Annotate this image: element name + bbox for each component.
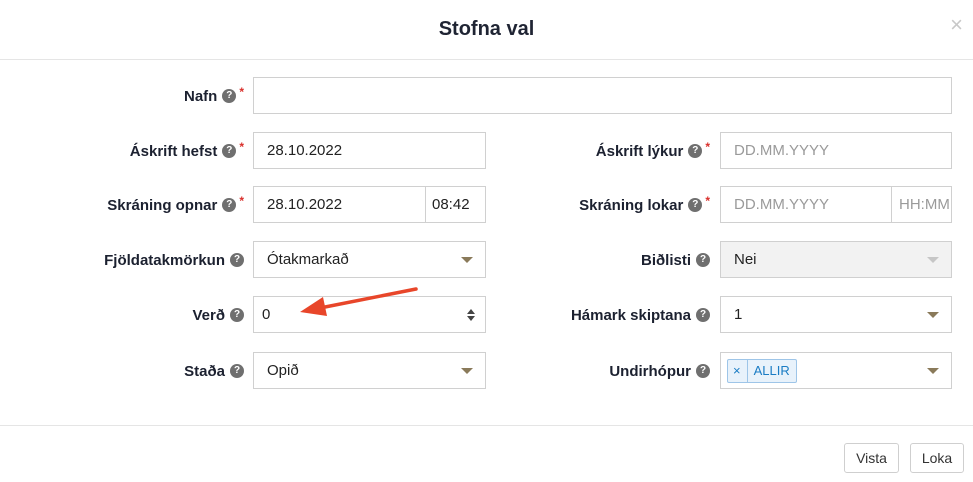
close-icon[interactable]: × xyxy=(950,14,963,36)
help-icon[interactable]: ? xyxy=(222,144,237,158)
number-spinner-icon[interactable] xyxy=(466,307,476,323)
tag-allir: × ALLIR xyxy=(727,358,797,383)
verd-value: 0 xyxy=(262,306,271,323)
create-option-dialog: Stofna val × Nafn ? * Áskrift hefst ? * … xyxy=(0,0,973,481)
dialog-title: Stofna val xyxy=(438,18,535,40)
skraning-opnar-date-input[interactable]: 28.10.2022 xyxy=(253,186,426,223)
skraning-opnar-label-text: Skráning opnar xyxy=(107,196,218,214)
askrift-hefst-label-text: Áskrift hefst xyxy=(129,142,218,160)
verd-label-text: Verð xyxy=(192,306,225,324)
tag-label: ALLIR xyxy=(753,363,790,378)
skraning-opnar-time-input[interactable]: 08:42 xyxy=(425,186,486,223)
chevron-down-icon xyxy=(461,368,473,374)
askrift-lykur-date-input[interactable]: DD.MM.YYYY xyxy=(720,132,952,169)
undirhopur-multiselect[interactable]: × ALLIR xyxy=(720,352,952,389)
save-button[interactable]: Vista xyxy=(844,443,899,473)
askrift-hefst-date-input[interactable]: 28.10.2022 xyxy=(253,132,486,169)
dialog-header: Stofna val × xyxy=(0,0,973,60)
askrift-lykur-label: Áskrift lýkur ? * xyxy=(540,140,710,161)
hamark-skiptana-label: Hámark skiptana ? xyxy=(520,305,710,325)
fjoldatakmorkun-label-text: Fjöldatakmörkun xyxy=(104,251,225,269)
dialog-footer: Vista Loka xyxy=(0,425,973,482)
help-icon[interactable]: ? xyxy=(222,89,237,103)
help-icon[interactable]: ? xyxy=(688,144,703,158)
help-icon[interactable]: ? xyxy=(696,308,710,322)
fjoldatakmorkun-label: Fjöldatakmörkun ? xyxy=(40,250,244,270)
required-asterisk: * xyxy=(705,194,710,208)
required-asterisk: * xyxy=(239,85,244,99)
help-icon[interactable]: ? xyxy=(230,308,244,322)
undirhopur-label: Undirhópur ? xyxy=(540,361,710,381)
required-asterisk: * xyxy=(239,194,244,208)
fjoldatakmorkun-select[interactable]: Ótakmarkað xyxy=(253,241,486,278)
hamark-skiptana-select[interactable]: 1 xyxy=(720,296,952,333)
skraning-lokar-date-input[interactable]: DD.MM.YYYY xyxy=(720,186,892,223)
fjoldatakmorkun-selected-value: Ótakmarkað xyxy=(267,251,349,268)
help-icon[interactable]: ? xyxy=(222,198,237,212)
bidlisti-label: Biðlisti ? xyxy=(540,250,710,270)
nafn-input[interactable] xyxy=(253,77,952,114)
skraning-opnar-label: Skráning opnar ? * xyxy=(60,194,244,215)
nafn-label-text: Nafn xyxy=(183,87,218,105)
skraning-lokar-label-text: Skráning lokar xyxy=(579,196,684,214)
help-icon[interactable]: ? xyxy=(696,364,710,378)
chevron-down-icon xyxy=(927,312,939,318)
tag-remove-icon[interactable]: × xyxy=(728,359,748,382)
undirhopur-label-text: Undirhópur xyxy=(609,362,691,380)
help-icon[interactable]: ? xyxy=(696,253,710,267)
annotation-arrow-icon xyxy=(300,287,418,316)
askrift-lykur-label-text: Áskrift lýkur xyxy=(595,142,684,160)
close-button[interactable]: Loka xyxy=(910,443,964,473)
help-icon[interactable]: ? xyxy=(230,253,244,267)
verd-label: Verð ? xyxy=(100,305,244,325)
required-asterisk: * xyxy=(705,140,710,154)
stada-selected-value: Opið xyxy=(267,362,299,379)
bidlisti-selected-value: Nei xyxy=(734,251,757,268)
askrift-hefst-label: Áskrift hefst ? * xyxy=(60,140,244,161)
chevron-down-icon xyxy=(927,257,939,263)
required-asterisk: * xyxy=(239,140,244,154)
stada-label-text: Staða xyxy=(184,362,225,380)
stada-label: Staða ? xyxy=(100,361,244,381)
hamark-skiptana-label-text: Hámark skiptana xyxy=(570,306,691,324)
nafn-label: Nafn ? * xyxy=(100,85,244,106)
chevron-down-icon xyxy=(927,368,939,374)
hamark-skiptana-selected-value: 1 xyxy=(734,306,743,323)
skraning-lokar-time-input[interactable]: HH:MM xyxy=(891,186,952,223)
help-icon[interactable]: ? xyxy=(688,198,703,212)
help-icon[interactable]: ? xyxy=(230,364,244,378)
bidlisti-label-text: Biðlisti xyxy=(640,251,691,269)
stada-select[interactable]: Opið xyxy=(253,352,486,389)
chevron-down-icon xyxy=(461,257,473,263)
skraning-lokar-label: Skráning lokar ? * xyxy=(540,194,710,215)
bidlisti-select: Nei xyxy=(720,241,952,278)
